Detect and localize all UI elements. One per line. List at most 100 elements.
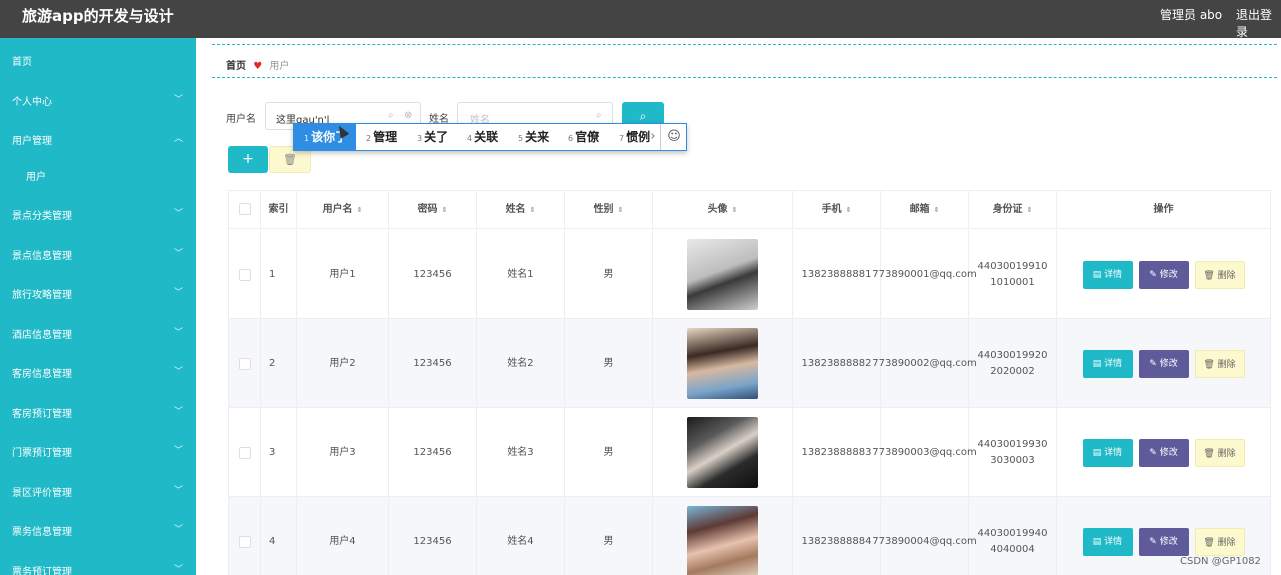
clear-icon[interactable]: ⊗ [404,110,412,121]
row-checkbox[interactable] [238,446,251,459]
sidebar-item-label: 首页 [12,57,32,68]
delete-button[interactable]: 🗑 删除 [1194,349,1245,378]
ime-candidate[interactable]: 2 管理 [366,124,397,150]
cell-email: 773890001@qq.com [872,230,977,319]
cell-gender: 男 [565,497,653,575]
sort-icon[interactable]: ⇕ [846,206,852,214]
detail-label: 详情 [1104,358,1123,369]
sidebar-item-user-management[interactable]: 用户管理 ︿ [0,119,196,157]
cell-username: 用户2 [297,319,389,408]
cell-username: 用户4 [297,497,389,575]
sort-icon[interactable]: ⇕ [732,206,738,214]
cell-idcard: 440300199303030003 [969,408,1057,497]
search-icon: ⌕ [596,110,602,121]
chevron-down-icon: ﹀ [174,407,184,417]
detail-button[interactable]: ▤ 详情 [1082,260,1133,289]
sidebar-item-ticket-booking[interactable]: 门票预订管理 ﹀ [0,431,196,469]
ime-candidate-number: 5 [518,134,524,143]
smiley-icon[interactable]: ☺ [660,124,687,150]
header-label: 密码 [417,204,438,215]
ime-candidate[interactable]: 4 关联 [467,124,498,150]
sort-icon[interactable]: ⇕ [442,206,448,214]
edit-button[interactable]: ✎ 修改 [1138,349,1189,378]
detail-label: 详情 [1104,447,1123,458]
chevron-down-icon: ﹀ [174,446,184,456]
sort-icon[interactable]: ⇕ [934,206,940,214]
breadcrumb-home[interactable]: 首页 [226,61,246,72]
table-header-email[interactable]: 邮箱 ⇕ [881,191,969,229]
chevron-down-icon: ﹀ [174,95,184,105]
ime-candidate[interactable]: 6 官僚 [568,124,599,150]
detail-button[interactable]: ▤ 详情 [1082,527,1133,556]
table-header-phone[interactable]: 手机 ⇕ [793,191,881,229]
chevron-down-icon: ﹀ [174,249,184,259]
sidebar-item-ticket-order[interactable]: 票务预订管理 ﹀ [0,550,196,575]
cell-idcard: 440300199404040004 [969,497,1057,575]
delete-button[interactable]: 🗑 删除 [1194,527,1245,556]
edit-label: 修改 [1159,269,1178,280]
ime-candidate[interactable]: 5 关来 [518,124,549,150]
sidebar-item-ticket-info[interactable]: 票务信息管理 ﹀ [0,510,196,548]
chevron-right-icon[interactable]: › [646,124,660,150]
edit-button[interactable]: ✎ 修改 [1138,527,1189,556]
table-header-idcard[interactable]: 身份证 ⇕ [969,191,1057,229]
ime-candidate-number: 6 [568,134,574,143]
detail-button[interactable]: ▤ 详情 [1082,349,1133,378]
ime-candidate-number: 1 [304,134,310,143]
edit-button[interactable]: ✎ 修改 [1138,438,1189,467]
delete-button[interactable]: 🗑 删除 [1194,260,1245,289]
sidebar-item-home[interactable]: 首页 [0,40,196,78]
sort-icon[interactable]: ⇕ [357,206,363,214]
cell-idcard: 440300199202020002 [969,319,1057,408]
header-label: 手机 [821,204,842,215]
table-header-gender[interactable]: 性别 ⇕ [565,191,653,229]
sidebar-item-room-booking[interactable]: 客房预订管理 ﹀ [0,392,196,430]
edit-label: 修改 [1159,358,1178,369]
cell-password: 123456 [389,408,477,497]
avatar-image[interactable] [687,328,758,399]
cell-index: 1 [261,230,297,319]
avatar-image[interactable] [687,417,758,488]
sort-icon[interactable]: ⇕ [530,206,536,214]
select-all-checkbox[interactable] [238,203,251,215]
ime-candidate[interactable]: 3 关了 [417,124,448,150]
ime-candidate-text: 关了 [424,130,449,144]
sidebar-item-travel-guide[interactable]: 旅行攻略管理 ﹀ [0,273,196,311]
avatar-image[interactable] [687,239,758,310]
detail-button[interactable]: ▤ 详情 [1082,438,1133,467]
row-checkbox[interactable] [238,268,251,281]
edit-button[interactable]: ✎ 修改 [1138,260,1189,289]
logout-link[interactable]: 退出登录 [1236,6,1281,40]
sort-icon[interactable]: ⇕ [618,206,624,214]
ime-candidate-text: 管理 [373,130,398,144]
sidebar-item-hotel-info[interactable]: 酒店信息管理 ﹀ [0,313,196,351]
watermark: CSDN @GP1082 [1180,556,1261,567]
cell-avatar [653,230,793,319]
row-checkbox-cell [229,497,261,575]
ime-candidate[interactable]: 1 该你了 [294,124,356,150]
header-label: 用户名 [322,204,353,215]
sidebar-item-room-info[interactable]: 客房信息管理 ﹀ [0,352,196,390]
add-button[interactable]: + [228,146,268,173]
sidebar-item-scenic-review[interactable]: 景区评价管理 ﹀ [0,471,196,509]
row-checkbox-cell [229,230,261,319]
table-header-avatar[interactable]: 头像 ⇕ [653,191,793,229]
row-checkbox[interactable] [238,535,251,548]
sort-icon[interactable]: ⇕ [1027,206,1033,214]
ime-candidate-text: 关来 [525,130,550,144]
sidebar-item-scenic-info[interactable]: 景点信息管理 ﹀ [0,234,196,272]
table-header-password[interactable]: 密码 ⇕ [389,191,477,229]
avatar-image[interactable] [687,506,758,575]
delete-button[interactable]: 🗑 删除 [1194,438,1245,467]
header-label: 姓名 [505,204,526,215]
row-checkbox[interactable] [238,357,251,370]
sidebar-item-scenic-category[interactable]: 景点分类管理 ﹀ [0,194,196,232]
sidebar-item-users[interactable]: 用户 [0,155,196,193]
header-label: 邮箱 [909,204,930,215]
detail-label: 详情 [1104,536,1123,547]
table-header-name[interactable]: 姓名 ⇕ [477,191,565,229]
table-header-username[interactable]: 用户名 ⇕ [297,191,389,229]
header-label: 性别 [593,204,614,215]
sidebar-item-personal-center[interactable]: 个人中心 ﹀ [0,80,196,118]
sidebar-item-label: 景点分类管理 [12,211,72,222]
